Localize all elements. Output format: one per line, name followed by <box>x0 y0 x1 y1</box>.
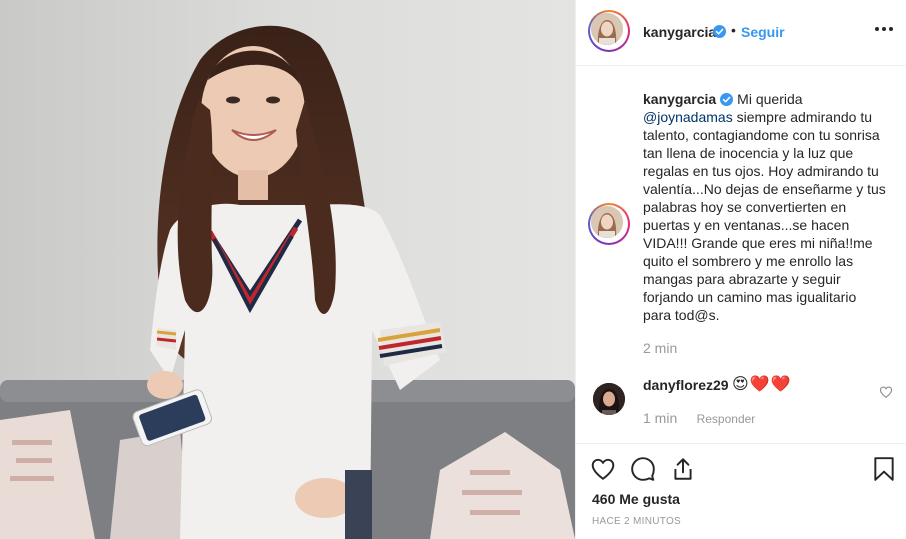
comment-icon[interactable] <box>630 456 656 482</box>
comment-text: 😍❤️❤️ <box>732 376 792 393</box>
author-avatar-image <box>591 13 623 45</box>
heart-icon[interactable] <box>590 456 616 482</box>
author-avatar[interactable] <box>588 10 630 52</box>
commenter-avatar[interactable] <box>593 383 625 415</box>
follow-button[interactable]: Seguir <box>741 24 785 40</box>
comment-meta: 1 min Responder <box>643 410 755 426</box>
post-timestamp[interactable]: HACE 2 MINUTOS <box>592 516 681 527</box>
caption-mention-link[interactable]: @joynadamas <box>643 109 733 125</box>
author-username[interactable]: kanygarcia <box>643 24 716 40</box>
reply-button[interactable]: Responder <box>697 412 756 426</box>
more-options-icon[interactable] <box>873 18 895 40</box>
caption-username[interactable]: kanygarcia <box>643 91 716 107</box>
post-photo <box>0 0 575 539</box>
caption-intro: Mi querida <box>737 91 803 107</box>
caption-avatar-image <box>591 206 623 238</box>
caption-text: siempre admirando tu talento, contagiand… <box>643 109 886 323</box>
post-header: kanygarcia • Seguir <box>576 0 906 66</box>
post-caption: kanygarcia Mi querida @joynadamas siempre… <box>643 90 888 324</box>
post-image[interactable] <box>0 0 575 539</box>
comment-like-heart-icon[interactable] <box>879 385 893 399</box>
post-details-panel: kanygarcia • Seguir kanygarcia Mi querid… <box>575 0 906 539</box>
likes-count[interactable]: 460 Me gusta <box>592 491 680 507</box>
comment-timestamp[interactable]: 1 min <box>643 410 677 426</box>
comments-list: kanygarcia Mi querida @joynadamas siempre… <box>576 67 906 443</box>
header-separator: • <box>731 22 736 38</box>
post-actions: 460 Me gusta HACE 2 MINUTOS <box>576 443 906 539</box>
bookmark-icon[interactable] <box>871 456 897 482</box>
caption-verified-icon <box>720 93 734 106</box>
commenter-avatar-image <box>593 383 625 415</box>
verified-badge-icon <box>713 25 726 38</box>
comment-username[interactable]: danyflorez29 <box>643 377 729 393</box>
share-icon[interactable] <box>670 456 696 482</box>
caption-timestamp[interactable]: 2 min <box>643 340 677 356</box>
caption-author-avatar[interactable] <box>588 203 630 245</box>
